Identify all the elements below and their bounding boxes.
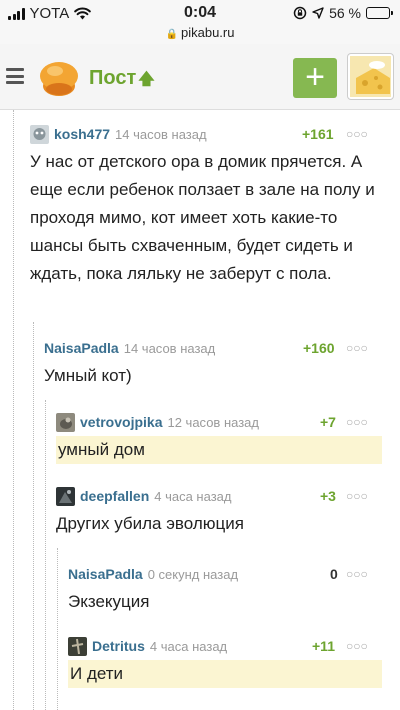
thread-line	[33, 322, 34, 710]
status-bar: YOTA 0:04 56 % 🔒 pikabu.ru	[0, 0, 400, 44]
status-right: 56 %	[293, 5, 393, 21]
avatar[interactable]	[30, 124, 49, 144]
menu-dots-icon[interactable]: ○○○	[346, 639, 368, 653]
battery-percent: 56 %	[329, 5, 361, 21]
comment-text: Экзекуция	[68, 592, 150, 611]
comment: NaisaPadla 0 секунд назад 0 ○○○ Экзекуци…	[68, 564, 390, 616]
comment-text: Других убила эволюция	[56, 514, 244, 533]
comment-text: У нас от детского ора в домик прячется. …	[30, 152, 375, 283]
comment: NaisaPadla 14 часов назад +160 ○○○ Умный…	[44, 338, 390, 390]
menu-dots-icon[interactable]: ○○○	[346, 341, 368, 355]
location-icon	[312, 7, 324, 19]
battery-icon	[366, 7, 393, 19]
comment-text: И дети	[68, 660, 382, 688]
comment: Detritus 4 часа назад +11 ○○○ И дети	[68, 636, 390, 688]
comment-time[interactable]: 4 часа назад	[154, 489, 231, 504]
comment-rating[interactable]: +7	[320, 414, 336, 430]
comment-time[interactable]: 14 часов назад	[115, 127, 207, 142]
comment-time[interactable]: 0 секунд назад	[148, 567, 238, 582]
comment-username[interactable]: deepfallen	[80, 488, 149, 504]
user-avatar[interactable]	[348, 54, 393, 99]
comment-rating[interactable]: +3	[320, 488, 336, 504]
comment: vetrovojpika 12 часов назад +7 ○○○ умный…	[56, 412, 390, 464]
menu-dots-icon[interactable]: ○○○	[346, 567, 368, 581]
comment-time[interactable]: 4 часа назад	[150, 639, 227, 654]
comment-username[interactable]: NaisaPadla	[68, 566, 143, 582]
comment-username[interactable]: Detritus	[92, 638, 145, 654]
url-text: pikabu.ru	[180, 25, 235, 40]
comment: deepfallen 4 часа назад +3 ○○○ Других уб…	[56, 486, 390, 538]
comment-header: vetrovojpika 12 часов назад	[56, 412, 390, 432]
thread-line	[45, 400, 46, 710]
avatar[interactable]	[68, 636, 87, 656]
comment-header: NaisaPadla 0 секунд назад	[68, 564, 390, 584]
comment-username[interactable]: kosh477	[54, 126, 110, 142]
thread-line	[13, 110, 14, 710]
comment-rating[interactable]: 0	[330, 566, 338, 582]
comment-header: deepfallen 4 часа назад	[56, 486, 390, 506]
avatar[interactable]	[56, 486, 75, 506]
rotation-lock-icon	[293, 6, 307, 20]
comment-header: kosh477 14 часов назад	[30, 124, 390, 144]
arrow-up-icon[interactable]: 🡅	[138, 71, 154, 88]
comment-rating[interactable]: +161	[302, 126, 334, 142]
comment: kosh477 14 часов назад +161 ○○○ У нас от…	[30, 124, 390, 288]
menu-dots-icon[interactable]: ○○○	[346, 415, 368, 429]
comment-time[interactable]: 12 часов назад	[167, 415, 259, 430]
add-post-button[interactable]: +	[293, 58, 337, 98]
address-bar[interactable]: 🔒 pikabu.ru	[0, 25, 400, 40]
comment-username[interactable]: vetrovojpika	[80, 414, 162, 430]
comment-header: Detritus 4 часа назад	[68, 636, 390, 656]
comment-text: умный дом	[56, 436, 382, 464]
comment-rating[interactable]: +11	[312, 638, 335, 654]
page-title: Пост 🡅	[89, 67, 155, 95]
avatar[interactable]	[56, 412, 75, 432]
page-title-text: Пост	[89, 67, 137, 89]
pikabu-logo[interactable]	[36, 56, 82, 98]
menu-dots-icon[interactable]: ○○○	[346, 489, 368, 503]
app-header: Пост 🡅 +	[0, 44, 400, 110]
comment-header: NaisaPadla 14 часов назад	[44, 338, 390, 358]
cheese-house-icon	[350, 56, 391, 97]
comment-username[interactable]: NaisaPadla	[44, 340, 119, 356]
comment-text: Умный кот)	[44, 366, 132, 385]
lock-icon: 🔒	[165, 29, 178, 40]
comment-time[interactable]: 14 часов назад	[124, 341, 216, 356]
comment-rating[interactable]: +160	[303, 340, 335, 356]
thread-line	[57, 548, 58, 710]
menu-icon[interactable]	[6, 68, 24, 84]
menu-dots-icon[interactable]: ○○○	[346, 127, 368, 141]
